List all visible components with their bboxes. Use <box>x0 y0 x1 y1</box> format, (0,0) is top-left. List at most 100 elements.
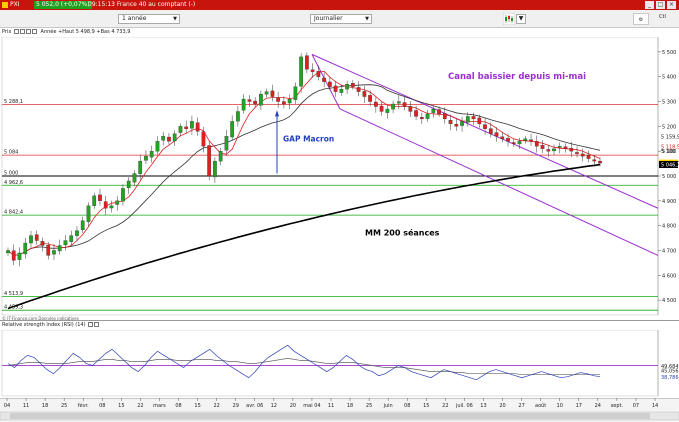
product-code: PXI <box>10 1 20 8</box>
candle-body <box>213 160 217 178</box>
candle-body <box>322 77 326 82</box>
candle-body <box>241 98 246 111</box>
candle-body <box>259 93 263 106</box>
candle-body <box>598 160 602 164</box>
settings-icon[interactable] <box>13 29 19 34</box>
indicator-icon[interactable] <box>25 29 31 34</box>
settings-icon[interactable] <box>88 322 94 327</box>
window-titlebar: PXI 5 052,0 (+0,07%) 09:15:13 France 40 … <box>0 0 679 10</box>
candle-body <box>448 120 453 125</box>
candle-body <box>155 141 160 152</box>
candle-body <box>305 55 309 70</box>
candle-body <box>350 83 355 87</box>
candle-body <box>328 81 332 87</box>
candle-body <box>103 201 108 209</box>
candle-body <box>109 205 114 209</box>
candle-body <box>299 56 303 87</box>
pane-separator[interactable] <box>0 320 679 321</box>
minimize-button[interactable]: _ <box>645 1 654 9</box>
candle-body <box>121 188 125 202</box>
x-tick-label: 08 <box>175 403 181 409</box>
x-tick-label: mai 04 <box>303 403 320 409</box>
candle-body <box>368 95 372 102</box>
candle-body <box>575 152 579 154</box>
candle-body <box>195 122 200 132</box>
candle-body <box>391 103 395 110</box>
x-tick-label: 11 <box>328 403 334 409</box>
candle-body <box>310 69 315 72</box>
candle-body <box>276 97 280 102</box>
x-tick-label: 11 <box>23 403 29 409</box>
svg-text:⚙: ⚙ <box>639 17 644 23</box>
candle-body <box>167 136 171 142</box>
x-tick-label: 25 <box>61 403 67 409</box>
price-tag-label: 5 100 <box>661 149 675 155</box>
rsi-tag-label: 45,056 <box>661 369 679 375</box>
candle-body <box>46 245 51 256</box>
candlestick-type-icon[interactable] <box>503 13 515 25</box>
x-tick-label: 14 <box>652 403 658 409</box>
candle-body <box>373 101 378 107</box>
level-label: 4 842,4 <box>4 210 23 216</box>
close-icon[interactable] <box>19 29 25 34</box>
x-tick-label: 20 <box>499 403 505 409</box>
candle-body <box>506 138 510 142</box>
candle-body <box>523 138 528 141</box>
candle-body <box>161 136 166 141</box>
year-stats: Année +Haut 5 498,9 +Bas 4 733,9 <box>40 29 131 35</box>
maximize-button[interactable]: □ <box>656 1 665 9</box>
candle-body <box>282 101 286 105</box>
candle-body <box>460 121 464 126</box>
x-tick-label: 10 <box>557 403 563 409</box>
candle-body <box>126 180 131 189</box>
x-tick-label: 08 <box>99 403 105 409</box>
candle-body <box>500 136 505 139</box>
close-button[interactable]: × <box>667 1 676 9</box>
gap-annotation: GAP Macron <box>283 134 334 143</box>
period-select-value: 1 année <box>122 15 147 22</box>
candle-body <box>144 155 148 161</box>
x-tick-label: 25 <box>366 403 372 409</box>
candle-body <box>115 200 120 205</box>
scrollbar-thumb[interactable] <box>10 413 650 419</box>
ma200-annotation: MM 200 séances <box>365 228 440 238</box>
candle-body <box>23 242 28 255</box>
candle-body <box>442 113 447 120</box>
toolbar-settings-icon[interactable]: ⚙ <box>633 13 649 25</box>
interval-select[interactable]: Journalier ▼ <box>310 14 372 24</box>
candle-body <box>580 153 585 157</box>
x-tick-label: 04 <box>4 403 10 409</box>
candle-body <box>264 91 269 95</box>
close-icon[interactable] <box>94 322 100 327</box>
candle-body <box>80 220 85 231</box>
rsi-chart[interactable]: 49,68445,05638,786 <box>0 330 679 398</box>
corner-label[interactable]: Ctl <box>659 14 666 20</box>
level-label: 4 513,9 <box>4 291 23 297</box>
candle-body <box>425 113 430 119</box>
period-select[interactable]: 1 année ▼ <box>118 14 180 24</box>
date-axis: 04 11 18 25 févr. 08 15 22 mars 08 15 22 29 avr. 06 12… <box>0 398 679 422</box>
drawing-icon[interactable] <box>31 29 37 34</box>
candle-body <box>345 84 349 90</box>
x-tick-label: 15 <box>118 403 124 409</box>
x-tick-label: 17 <box>576 403 582 409</box>
price-chart[interactable]: 5 500 5 400 5 300 5 200 5 100 5 000 4 900 4 800… <box>0 37 679 320</box>
chart-type-dropdown[interactable]: ▼ <box>516 14 526 24</box>
x-tick-label: juin <box>383 403 393 409</box>
candle-body <box>57 245 62 252</box>
x-tick-label: 22 <box>442 403 448 409</box>
y-tick-label: 4 800 <box>662 224 676 230</box>
price-infobar: Prix Année +Haut 5 498,9 +Bas 4 733,9 <box>0 28 679 37</box>
candle-body <box>408 106 413 112</box>
candle-body <box>253 100 258 105</box>
candle-body <box>540 145 545 149</box>
x-tick-label: 12 <box>271 403 277 409</box>
candle-body <box>552 148 556 152</box>
candle-body <box>569 148 574 152</box>
x-tick-label: févr. <box>78 402 89 409</box>
window-controls: _ □ × <box>645 1 676 9</box>
rsi-title-bar: Relative strength index (RSI) (14) <box>2 322 100 328</box>
candle-body <box>17 252 22 260</box>
candle-body <box>316 71 321 77</box>
x-tick-label: août <box>535 402 546 409</box>
